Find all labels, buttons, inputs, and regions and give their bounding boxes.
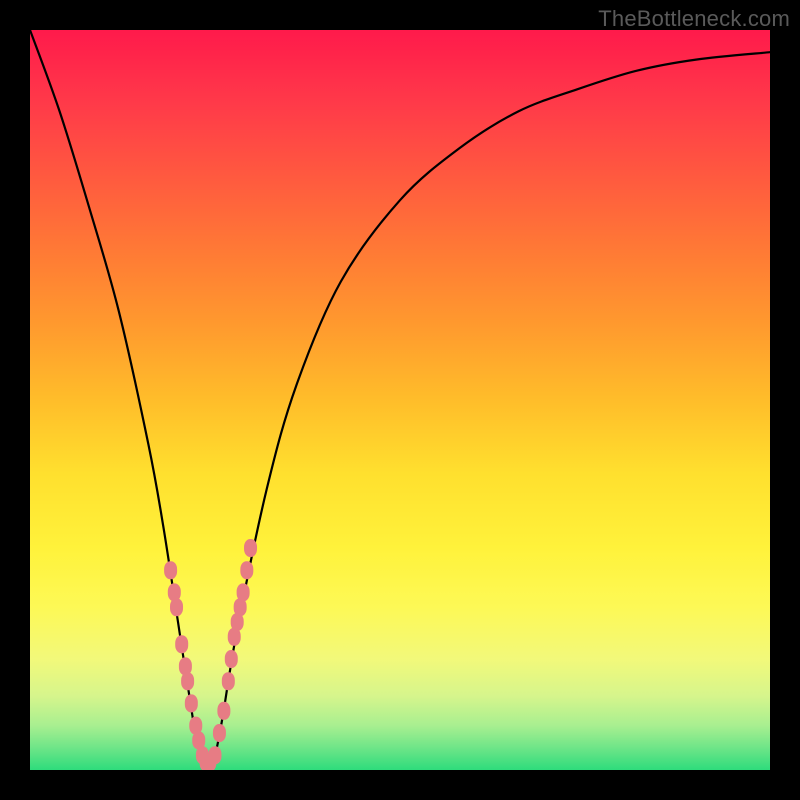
bottleneck-curve-path bbox=[30, 30, 770, 770]
marker-bead bbox=[237, 583, 250, 601]
plot-area bbox=[30, 30, 770, 770]
marker-bead bbox=[170, 598, 183, 616]
marker-cluster bbox=[164, 539, 257, 770]
marker-bead bbox=[181, 672, 194, 690]
marker-bead bbox=[175, 635, 188, 653]
marker-bead bbox=[240, 561, 253, 579]
watermark-text: TheBottleneck.com bbox=[598, 6, 790, 32]
marker-bead bbox=[217, 702, 230, 720]
chart-frame: TheBottleneck.com bbox=[0, 0, 800, 800]
marker-bead bbox=[244, 539, 257, 557]
marker-bead bbox=[185, 694, 198, 712]
marker-bead bbox=[225, 650, 238, 668]
marker-bead bbox=[209, 746, 222, 764]
chart-svg bbox=[30, 30, 770, 770]
marker-bead bbox=[164, 561, 177, 579]
marker-bead bbox=[213, 724, 226, 742]
marker-bead bbox=[222, 672, 235, 690]
